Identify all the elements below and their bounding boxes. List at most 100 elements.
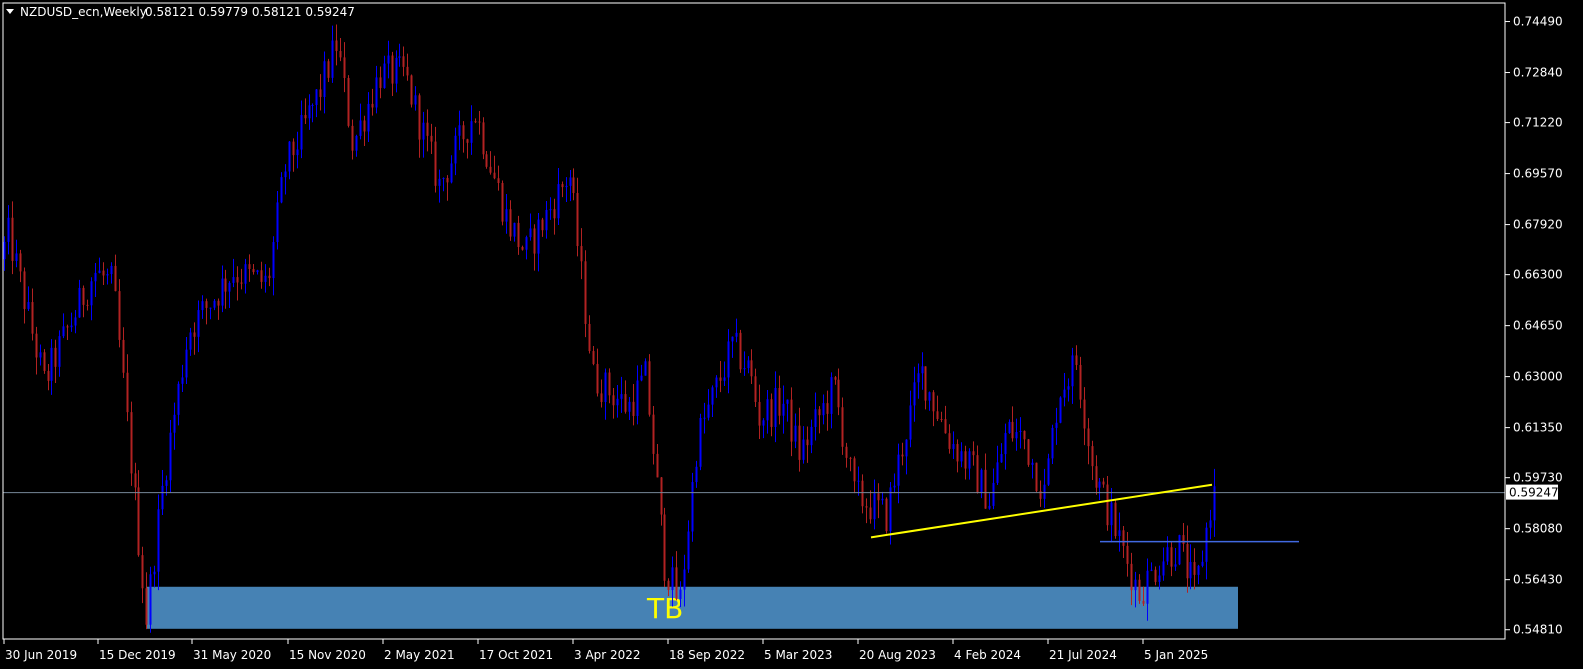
y-tick-label: 0.54810: [1513, 623, 1563, 637]
candle-body: [1008, 421, 1011, 434]
y-tick-label: 0.72840: [1513, 66, 1563, 80]
candle-body: [905, 439, 908, 457]
candle-body: [822, 403, 825, 416]
x-tick-label: 3 Apr 2022: [574, 648, 641, 662]
candle-body: [157, 509, 160, 572]
candle-body: [141, 555, 144, 589]
y-tick-label: 0.63000: [1513, 370, 1563, 384]
candle-body: [1019, 430, 1022, 433]
candle-body: [1166, 547, 1169, 562]
candle-body: [462, 125, 465, 140]
candle-body: [256, 270, 259, 273]
candle-body: [1170, 547, 1173, 567]
candle-body: [1035, 462, 1038, 492]
candle-body: [1110, 502, 1113, 526]
current-price-label: 0.59247: [1509, 486, 1559, 500]
candle-body: [766, 399, 769, 421]
candle-body: [1004, 433, 1007, 455]
candle-body: [565, 185, 568, 188]
candle-body: [50, 347, 53, 381]
candle-body: [1059, 397, 1062, 423]
candlestick-chart[interactable]: TB 0.59247 0.74490 0.72840 0.71220 0.69570 0…: [0, 0, 1583, 669]
zone-layer: TB: [146, 586, 1238, 629]
candle-body: [826, 403, 829, 414]
candle-body: [897, 454, 900, 486]
candle-body: [11, 217, 14, 261]
candle-body: [221, 278, 224, 306]
candle-body: [387, 55, 390, 64]
candle-body: [794, 425, 797, 442]
candle-body: [406, 66, 409, 76]
chart-background: [0, 0, 1583, 669]
candle-body: [818, 409, 821, 416]
candle-body: [917, 373, 920, 383]
candle-body: [525, 237, 528, 250]
candle-body: [644, 361, 647, 376]
candle-body: [181, 377, 184, 384]
candle-body: [948, 433, 951, 449]
candle-body: [145, 588, 148, 625]
candle-body: [1047, 458, 1050, 485]
candle-body: [549, 209, 552, 211]
candle-body: [810, 426, 813, 446]
candle-body: [438, 178, 441, 186]
candle-body: [830, 377, 833, 414]
candle-body: [66, 326, 69, 328]
x-tick-label: 31 May 2020: [193, 648, 271, 662]
candle-body: [78, 287, 81, 318]
candle-body: [576, 192, 579, 247]
candle-body: [1114, 502, 1117, 537]
candle-body: [778, 387, 781, 416]
candle-body: [774, 387, 777, 427]
candle-body: [770, 399, 773, 427]
candle-body: [660, 477, 663, 515]
candle-body: [118, 291, 121, 340]
candle-body: [248, 264, 251, 269]
candle-body: [197, 310, 200, 337]
candle-body: [834, 377, 837, 380]
candle-body: [545, 210, 548, 231]
candle-body: [952, 444, 955, 449]
candle-body: [881, 498, 884, 501]
candle-body: [557, 184, 560, 219]
ohlc-values: 0.58121 0.59779 0.58121 0.59247: [145, 5, 355, 19]
y-tick-label: 0.74490: [1513, 15, 1563, 29]
candle-body: [762, 420, 765, 426]
candle-body: [1150, 569, 1153, 571]
y-tick-label: 0.69570: [1513, 167, 1563, 181]
candle-body: [501, 183, 504, 222]
candle-body: [743, 368, 746, 370]
candle-body: [921, 366, 924, 374]
candle-body: [1015, 432, 1018, 439]
candle-body: [723, 377, 726, 381]
candle-body: [679, 589, 682, 599]
y-tick-label: 0.58080: [1513, 522, 1563, 536]
candle-body: [355, 135, 358, 151]
candle-body: [1075, 355, 1078, 365]
candle-body: [561, 184, 564, 188]
candle-body: [750, 360, 753, 377]
candle-body: [398, 56, 401, 58]
candle-body: [391, 55, 394, 84]
candle-body: [580, 246, 583, 262]
candle-body: [695, 466, 698, 483]
candle-body: [288, 141, 291, 172]
candle-body: [1051, 427, 1054, 459]
candle-body: [1071, 355, 1074, 387]
candle-body: [865, 506, 868, 508]
candle-body: [213, 300, 216, 308]
candle-body: [992, 482, 995, 506]
chart-header[interactable]: NZDUSD_ecn,Weekly 0.58121 0.59779 0.5812…: [6, 5, 355, 19]
candle-body: [272, 242, 275, 279]
candle-body: [134, 473, 137, 488]
candle-body: [636, 380, 639, 416]
candle-body: [620, 394, 623, 399]
candle-body: [43, 352, 46, 371]
candle-body: [434, 141, 437, 186]
candle-body: [414, 95, 417, 105]
candle-body: [58, 336, 61, 367]
candle-body: [489, 166, 492, 173]
candle-body: [1087, 428, 1090, 447]
candle-body: [790, 399, 793, 442]
candle-body: [308, 105, 311, 119]
